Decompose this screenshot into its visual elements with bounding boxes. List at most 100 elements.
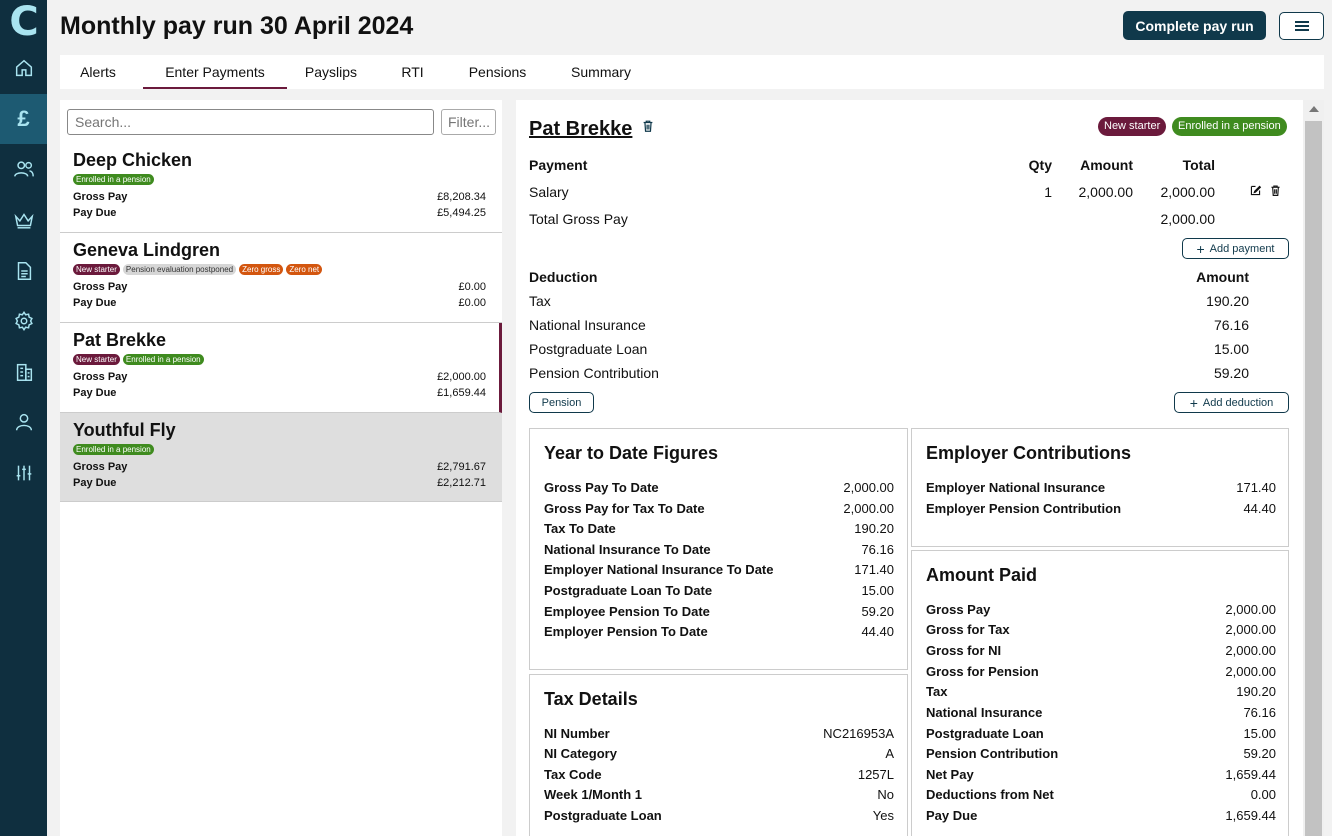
amount-header: Amount — [1080, 157, 1133, 173]
add-deduction-button[interactable]: + Add deduction — [1174, 392, 1289, 413]
ytd-title: Year to Date Figures — [544, 443, 719, 463]
pension-button[interactable]: Pension — [529, 392, 594, 413]
app-logo[interactable]: C — [6, 2, 42, 42]
employer-value: 44.40 — [1243, 501, 1276, 516]
paid-label: Gross Pay — [926, 602, 991, 617]
tab-alerts[interactable]: Alerts — [60, 55, 136, 89]
add-deduction-label: Add deduction — [1202, 396, 1274, 409]
tax-label: Tax Code — [544, 767, 602, 782]
gross-pay-label: Gross Pay — [73, 371, 128, 383]
page-title: Monthly pay run 30 April 2024 — [60, 12, 414, 40]
qty-header: Qty — [1028, 157, 1052, 173]
tax-value: Yes — [872, 808, 894, 823]
nav-payroll[interactable]: £ — [0, 94, 47, 144]
deduction-amount: 190.20 — [1206, 293, 1249, 309]
status-badge: Enrolled in a pension — [73, 174, 154, 185]
ytd-value: 171.40 — [854, 562, 894, 577]
paid-label: Net Pay — [926, 767, 974, 782]
tab-enter-payments[interactable]: Enter Payments — [143, 55, 287, 89]
pay-due-label: Pay Due — [73, 477, 117, 489]
ytd-label: Postgraduate Loan To Date — [544, 583, 713, 598]
paid-label: Postgraduate Loan — [926, 726, 1044, 741]
tax-value: A — [885, 746, 894, 761]
tab-payslips[interactable]: Payslips — [294, 55, 368, 89]
employee-detail-name[interactable]: Pat Brekke — [529, 118, 632, 141]
status-badge: Enrolled in a pension — [122, 354, 204, 365]
employee-name: Geneva Lindgren — [73, 240, 221, 260]
ytd-label: Employee Pension To Date — [544, 604, 710, 619]
employee-name: Deep Chicken — [73, 150, 193, 170]
gross-pay-value: £8,208.34 — [437, 191, 486, 203]
total-gross-label: Total Gross Pay — [529, 211, 628, 227]
tab-rti[interactable]: RTI — [390, 55, 435, 89]
new-starter-badge: New starter — [1098, 117, 1167, 136]
deduction-amount: 15.00 — [1213, 341, 1249, 357]
payment-qty: 1 — [1044, 184, 1052, 200]
tax-label: Week 1/Month 1 — [544, 787, 643, 802]
plus-icon: + — [1189, 394, 1198, 411]
paid-value: 76.16 — [1243, 705, 1276, 720]
scroll-up-arrow-icon[interactable] — [1309, 106, 1319, 112]
nav-company[interactable] — [0, 347, 47, 397]
tax-value: NC216953A — [823, 726, 894, 741]
paid-label: Deductions from Net — [926, 787, 1054, 802]
scrollbar-thumb[interactable] — [1305, 121, 1322, 836]
ytd-label: National Insurance To Date — [544, 542, 711, 557]
nav-settings[interactable] — [0, 296, 47, 346]
nav-employees[interactable] — [0, 144, 47, 194]
home-icon — [15, 59, 32, 77]
nav-documents[interactable] — [0, 246, 47, 296]
nav-premium[interactable] — [0, 195, 47, 245]
deduction-amount-header: Amount — [1196, 269, 1249, 285]
paid-value: 2,000.00 — [1225, 643, 1276, 658]
status-badge: Pension evaluation postponed — [122, 264, 237, 275]
nav-profile[interactable] — [0, 397, 47, 447]
gross-pay-label: Gross Pay — [73, 191, 128, 203]
gross-pay-label: Gross Pay — [73, 281, 128, 293]
employer-label: Employer Pension Contribution — [926, 501, 1122, 516]
paid-label: Pension Contribution — [926, 746, 1059, 761]
paid-value: 2,000.00 — [1225, 602, 1276, 617]
payment-name: Salary — [529, 184, 569, 200]
tab-summary[interactable]: Summary — [562, 55, 640, 89]
tax-value: 1257L — [857, 767, 894, 782]
paid-label: Gross for Tax — [926, 622, 1010, 637]
status-badge: New starter — [73, 264, 120, 275]
ytd-value: 59.20 — [861, 604, 894, 619]
add-payment-button[interactable]: + Add payment — [1182, 238, 1289, 259]
employee-item[interactable]: Deep Chicken Enrolled in a pension Gross… — [60, 143, 502, 233]
filter-input[interactable] — [441, 109, 496, 135]
ytd-label: Employer Pension To Date — [544, 624, 708, 639]
plus-icon: + — [1196, 240, 1205, 257]
paid-value: 15.00 — [1243, 726, 1276, 741]
gross-pay-label: Gross Pay — [73, 461, 128, 473]
employee-item[interactable]: Pat Brekke New starter Enrolled in a pen… — [60, 323, 502, 413]
sidebar: C £ — [0, 0, 47, 836]
amount-paid-card: Amount Paid Gross Pay 2,000.00 Gross for … — [911, 550, 1289, 836]
employer-value: 171.40 — [1236, 480, 1276, 495]
paid-label: Gross for NI — [926, 643, 1002, 658]
ytd-value: 76.16 — [861, 542, 894, 557]
pay-due-value: £5,494.25 — [437, 207, 486, 219]
hamburger-icon — [1294, 25, 1309, 27]
menu-button[interactable] — [1279, 12, 1324, 40]
edit-icon[interactable] — [1249, 184, 1262, 197]
delete-employee-icon[interactable] — [641, 119, 655, 133]
employee-item[interactable]: Geneva Lindgren New starter Pension eval… — [60, 233, 502, 323]
tax-title: Tax Details — [544, 689, 638, 709]
nav-preferences[interactable] — [0, 448, 47, 498]
pay-due-label: Pay Due — [73, 297, 117, 309]
tax-label: NI Number — [544, 726, 610, 741]
paid-value: 2,000.00 — [1225, 664, 1276, 679]
tax-label: Postgraduate Loan — [544, 808, 662, 823]
paid-label: Pay Due — [926, 808, 978, 823]
ytd-value: 44.40 — [861, 624, 894, 639]
employer-title: Employer Contributions — [926, 443, 1132, 463]
nav-home[interactable] — [0, 43, 47, 93]
tab-pensions[interactable]: Pensions — [460, 55, 535, 89]
employee-item[interactable]: Youthful Fly Enrolled in a pension Gross… — [60, 413, 502, 502]
complete-pay-run-button[interactable]: Complete pay run — [1123, 11, 1266, 40]
trash-icon[interactable] — [1269, 184, 1282, 197]
search-input[interactable] — [67, 109, 434, 135]
total-gross-value: 2,000.00 — [1160, 211, 1216, 227]
